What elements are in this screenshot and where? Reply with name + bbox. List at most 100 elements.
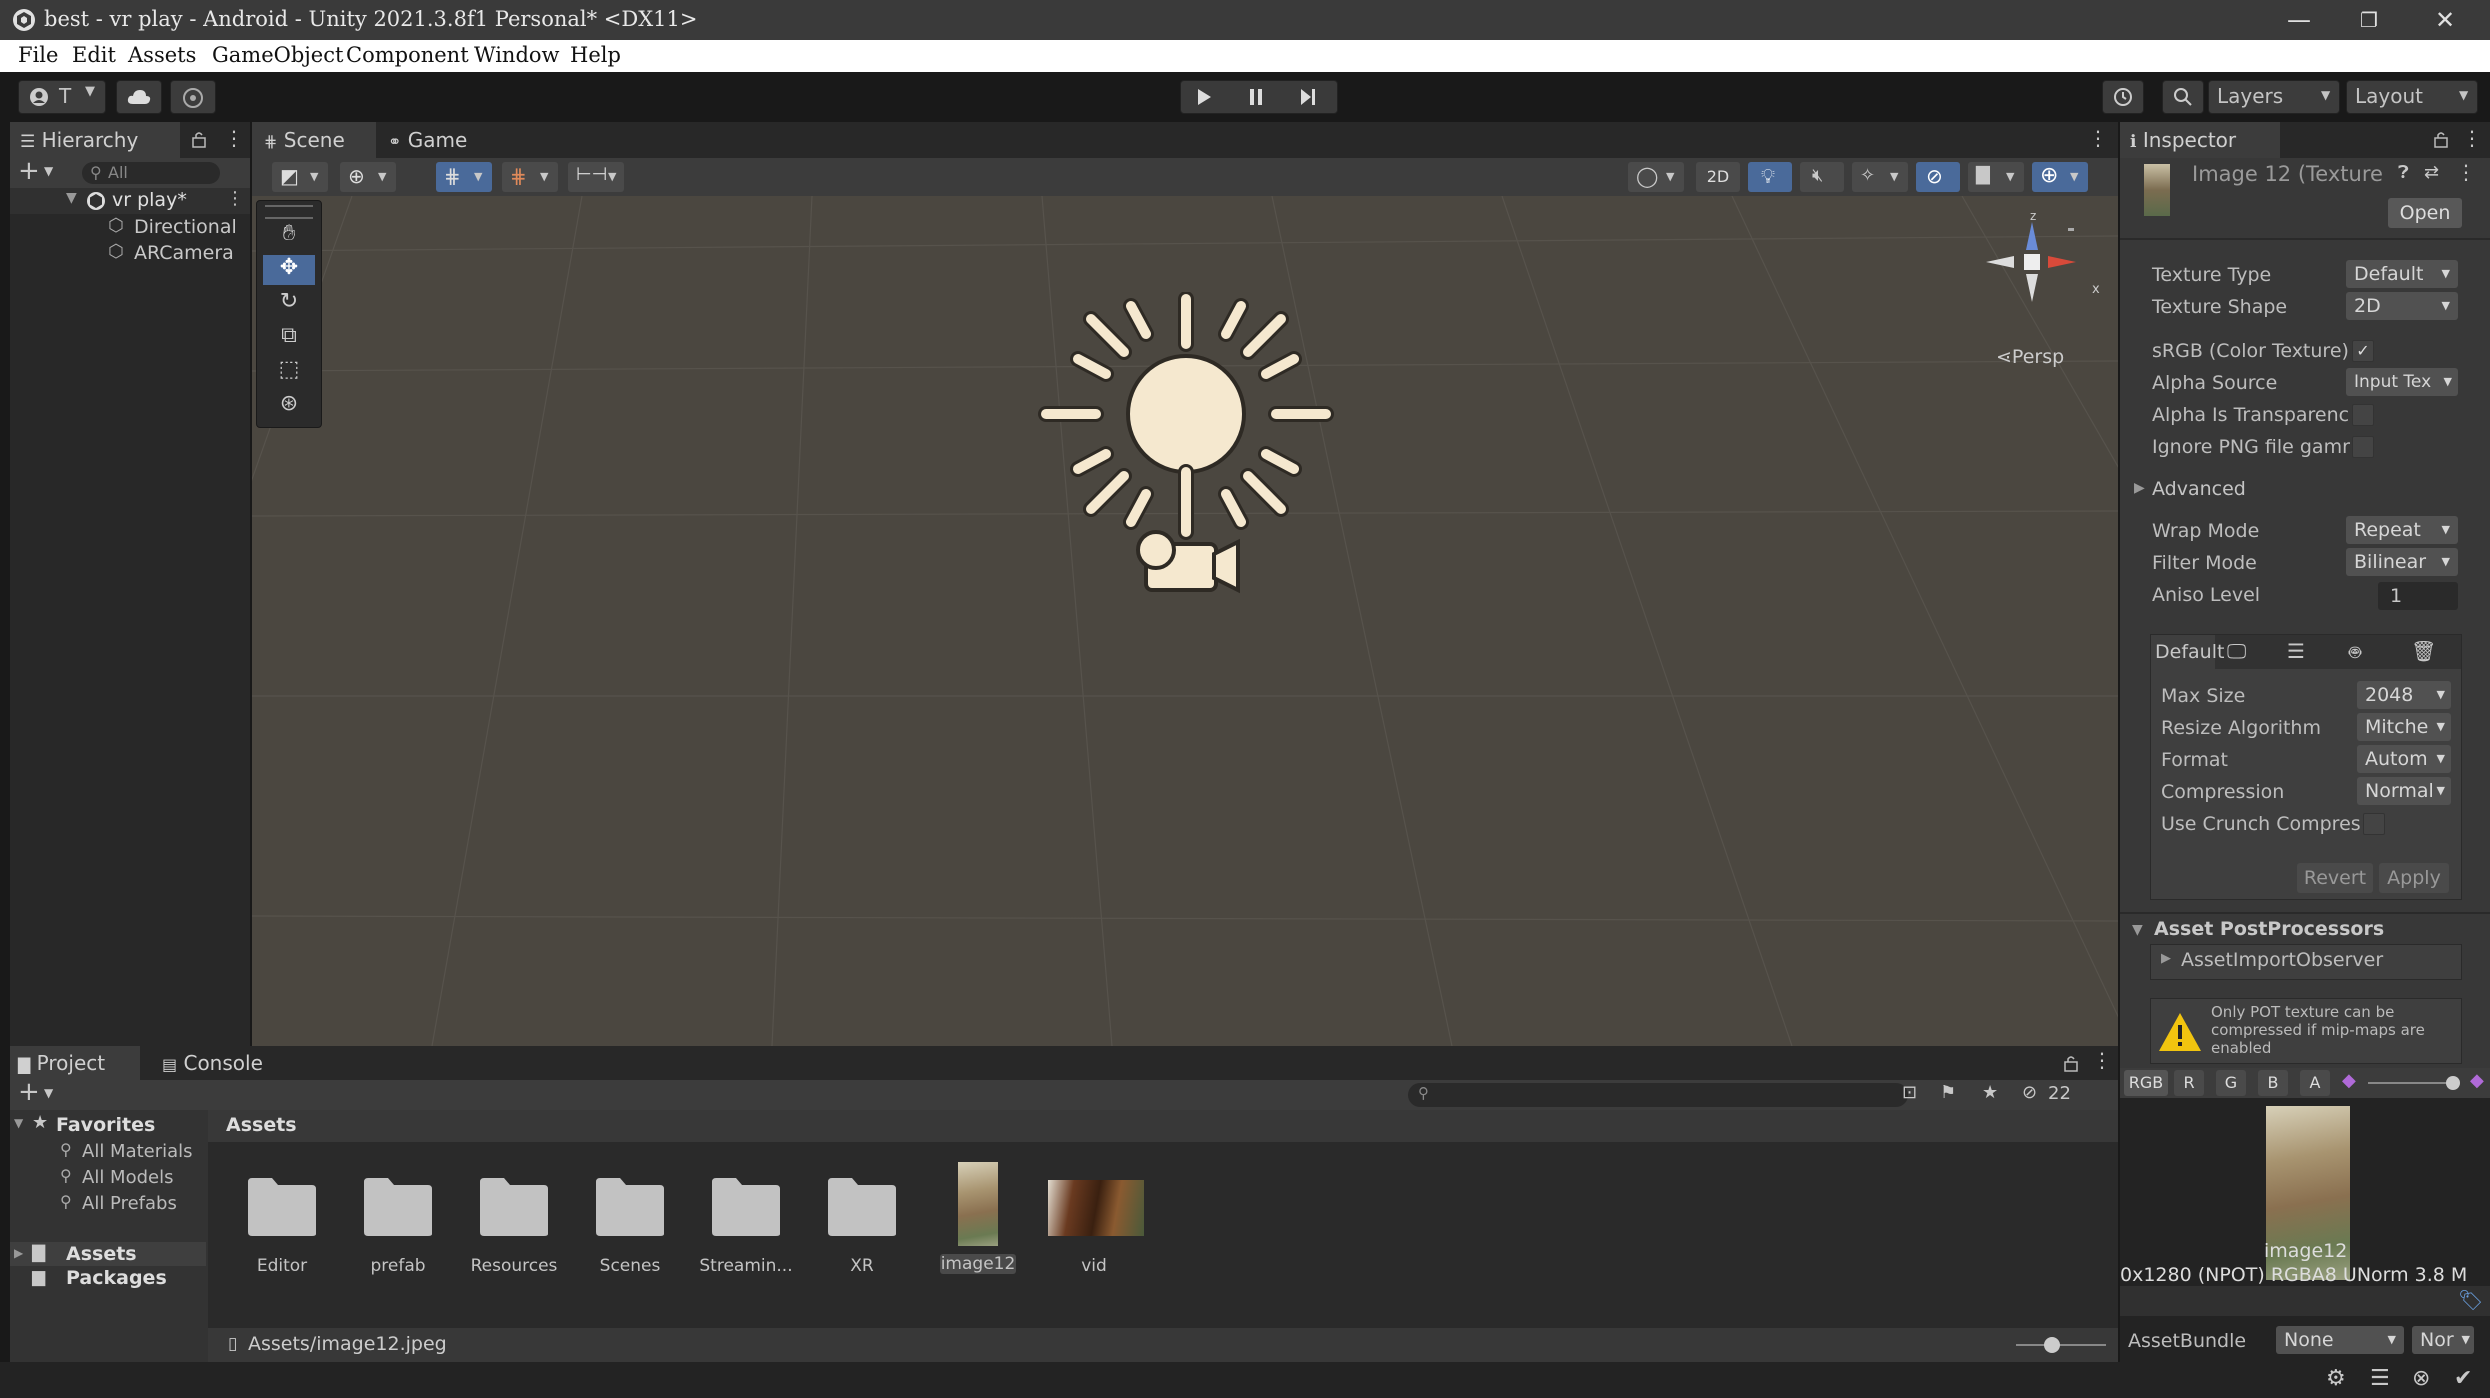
postprocessors-header[interactable]: Asset PostProcessors — [2154, 918, 2384, 940]
channel-g-button[interactable]: G — [2216, 1070, 2246, 1096]
layout-dropdown[interactable]: Layout ▼ — [2346, 80, 2478, 114]
directional-light-icon[interactable] — [1036, 292, 1336, 602]
menu-edit[interactable]: Edit — [72, 43, 116, 67]
scene-menu-icon[interactable]: ⋮ — [226, 188, 244, 209]
lock-icon[interactable] — [190, 130, 208, 148]
checkmark-icon[interactable]: ✔ — [2454, 1366, 2472, 1391]
favorite-item[interactable]: ⚲ All Models — [60, 1166, 210, 1192]
search-button[interactable] — [2162, 80, 2204, 114]
close-button[interactable]: ✕ — [2410, 2, 2480, 38]
tree-item-packages[interactable]: ▆ Packages — [10, 1266, 206, 1290]
zoom-slider[interactable] — [2016, 1344, 2106, 1346]
snap-dropdown[interactable]: ⋕ ▼ — [502, 162, 558, 192]
more-menu-icon[interactable]: ⋮ — [224, 126, 244, 150]
aniso-level-field[interactable]: 1 — [2378, 582, 2458, 610]
history-button[interactable] — [2102, 80, 2144, 114]
tree-item-assets[interactable]: ▶ ▇ Assets — [10, 1242, 206, 1266]
menu-file[interactable]: File — [18, 43, 58, 67]
android-icon[interactable]: 🤖︎ — [2349, 639, 2361, 667]
audio-toggle[interactable]: 🔇︎ — [1800, 162, 1844, 192]
filter-mode-dropdown[interactable]: Bilinear ▼ — [2346, 548, 2458, 576]
pause-icon[interactable] — [1247, 88, 1265, 106]
tab-inspector[interactable]: ℹ︎ Inspector — [2120, 122, 2280, 158]
help-icon[interactable]: ❓︎ — [2398, 162, 2409, 183]
hierarchy-item[interactable]: ⬡ ARCamera — [10, 240, 250, 266]
ignore-png-checkbox[interactable] — [2352, 436, 2374, 458]
hidden-packages-toggle[interactable]: ⊘ 22 — [2020, 1082, 2084, 1108]
webgl-icon[interactable]: ☰ — [2287, 639, 2305, 663]
compression-dropdown[interactable]: Normal ▼ — [2357, 777, 2451, 805]
asset-item[interactable]: vid — [1034, 1170, 1154, 1290]
collab-button[interactable] — [170, 80, 216, 114]
rotate-tool-icon[interactable]: ↻ — [263, 289, 315, 319]
effects-dropdown[interactable]: ✧ ▼ — [1852, 162, 1908, 192]
channel-rgb-button[interactable]: RGB — [2124, 1070, 2168, 1096]
toggle-2d-button[interactable]: 2D — [1696, 162, 1740, 192]
channel-a-button[interactable]: A — [2300, 1070, 2330, 1096]
preset-icon[interactable]: ⇄ — [2424, 162, 2439, 183]
play-icon[interactable] — [1195, 88, 1213, 106]
hand-tool-icon[interactable]: ✋︎ — [263, 221, 315, 251]
create-icon[interactable]: + — [18, 1077, 40, 1107]
search-by-label-icon[interactable]: ⚑ — [1940, 1082, 1956, 1103]
orientation-gizmo[interactable]: z — [1972, 212, 2092, 322]
more-menu-icon[interactable]: ⋮ — [2092, 1048, 2112, 1072]
move-tool-icon[interactable]: ✥ — [263, 255, 315, 285]
alpha-transparency-checkbox[interactable] — [2352, 404, 2374, 426]
favorite-icon[interactable]: ★ — [1982, 1082, 1998, 1103]
hierarchy-item[interactable]: ⬡ Directional — [10, 214, 250, 240]
asset-item[interactable]: XR — [802, 1170, 922, 1290]
draw-mode-dropdown[interactable]: ◩ ▼ — [272, 162, 328, 192]
step-icon[interactable] — [1299, 88, 1317, 106]
lighting-toggle[interactable]: 💡︎ — [1748, 162, 1792, 192]
debug-icon[interactable]: ⚙ — [2326, 1366, 2346, 1391]
search-by-type-icon[interactable]: ⊡ — [1902, 1082, 1917, 1103]
tab-hierarchy[interactable]: ☰ Hierarchy — [10, 122, 180, 158]
platform-tab-default[interactable]: Default — [2151, 635, 2224, 669]
crunch-checkbox[interactable] — [2363, 813, 2385, 835]
layers-dropdown[interactable]: Layers ▼ — [2208, 80, 2340, 114]
menu-help[interactable]: Help — [570, 43, 621, 67]
favorite-item[interactable]: ⚲ All Prefabs — [60, 1192, 210, 1218]
more-menu-icon[interactable]: ⋮ — [2462, 126, 2482, 150]
advanced-foldout[interactable]: Advanced — [2152, 478, 2246, 500]
asset-item[interactable]: Streamin... — [686, 1170, 806, 1290]
menu-assets[interactable]: Assets — [128, 43, 196, 67]
more-menu-icon[interactable]: ⋮ — [2088, 126, 2108, 150]
tab-console[interactable]: ▤ Console — [152, 1046, 292, 1080]
menu-gameobject[interactable]: GameObject — [212, 43, 343, 67]
asset-item[interactable]: image12 — [918, 1162, 1038, 1292]
revert-button[interactable]: Revert — [2297, 863, 2373, 893]
texture-shape-dropdown[interactable]: 2D ▼ — [2346, 292, 2458, 320]
tab-project[interactable]: ▇ Project — [10, 1046, 140, 1080]
layers-stack-icon[interactable]: ☰ — [2370, 1366, 2390, 1391]
increment-snap-dropdown[interactable]: ⊢⊣ ▼ — [568, 162, 624, 192]
resize-algorithm-dropdown[interactable]: Mitche ▼ — [2357, 713, 2451, 741]
hierarchy-search-input[interactable]: ⚲ All — [82, 162, 220, 184]
menu-component[interactable]: Component — [346, 43, 469, 67]
tab-game[interactable]: ⚭ Game — [382, 122, 502, 158]
desktop-icon[interactable]: 🖵︎ — [2227, 639, 2246, 663]
transform-tool-icon[interactable]: ⊛ — [263, 391, 315, 421]
more-menu-icon[interactable]: ⋮ — [2456, 160, 2476, 184]
format-dropdown[interactable]: Autom ▼ — [2357, 745, 2451, 773]
scene-row[interactable]: ▼ vr play* ⋮ — [10, 188, 250, 214]
palette-handle[interactable] — [265, 205, 313, 219]
texture-type-dropdown[interactable]: Default ▼ — [2346, 260, 2458, 288]
shading-dropdown[interactable]: ◯ ▼ — [1628, 162, 1684, 192]
channel-r-button[interactable]: R — [2174, 1070, 2204, 1096]
zoom-slider-handle[interactable] — [2044, 1337, 2060, 1353]
assetbundle-dropdown[interactable]: None ▼ — [2276, 1326, 2404, 1354]
mip-slider[interactable] — [2368, 1082, 2452, 1084]
asset-item[interactable]: Resources — [454, 1170, 574, 1290]
favorite-item[interactable]: ⚲ All Materials — [60, 1140, 210, 1166]
scale-tool-icon[interactable]: ⧉ — [263, 323, 315, 353]
alpha-source-dropdown[interactable]: Input Tex ▼ — [2346, 368, 2458, 396]
max-size-dropdown[interactable]: 2048 ▼ — [2357, 681, 2451, 709]
scene-viewport[interactable]: ✋︎ ✥ ↻ ⧉ ⬚ ⊛ z x ⋖Persp — [252, 196, 2118, 1046]
asset-item[interactable]: prefab — [338, 1170, 458, 1290]
tab-scene[interactable]: ⋕ Scene — [252, 122, 376, 158]
lock-icon[interactable] — [2062, 1054, 2080, 1072]
mip-slider-handle[interactable] — [2446, 1076, 2460, 1090]
advanced-foldout-icon[interactable]: ▶ — [2134, 480, 2145, 496]
